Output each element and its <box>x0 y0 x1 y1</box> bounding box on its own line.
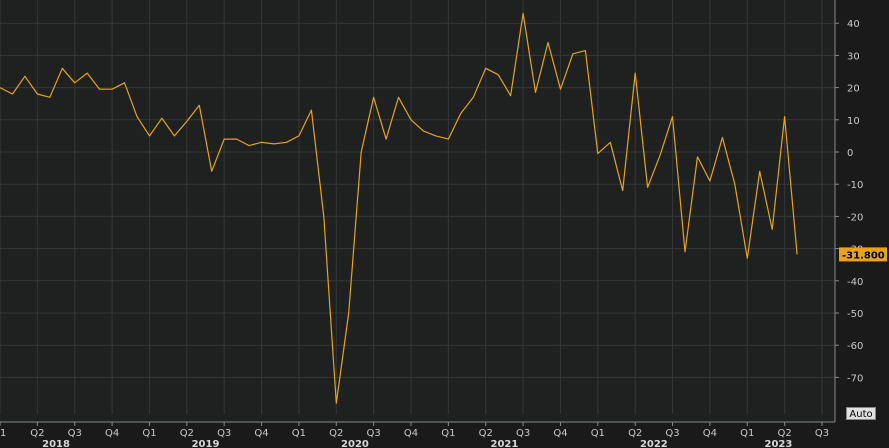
x-tick-label: Q2 <box>329 428 343 439</box>
x-tick-labels: 1 Q2 Q3 Q4 Q1 Q2 Q3 Q4 Q1 Q2 Q3 Q4 Q1 Q2 Q3 Q4 Q1 Q2 Q3 Q4 Q… <box>0 428 829 439</box>
x-year-label: 2019 <box>192 439 220 448</box>
x-tick-label: Q3 <box>217 428 231 439</box>
x-year-labels: 2018 2019 2020 2021 2022 2023 <box>42 439 792 448</box>
x-tick-label: Q4 <box>553 428 567 439</box>
chart-stage: 403020100-10-20-30-40-50-60-70 1Q2Q3Q4Q1… <box>0 0 889 448</box>
y-tick-label: -40 <box>847 277 863 288</box>
x-tick-label: Q2 <box>778 428 792 439</box>
x-tick-label: Q2 <box>628 428 642 439</box>
x-tick-label: Q1 <box>740 428 754 439</box>
last-value-marker: -31.800 <box>839 247 887 262</box>
x-tick-label: Q4 <box>703 428 717 439</box>
y-tick-label: -60 <box>847 341 863 352</box>
y-tick-labels: 403020100-10-20-30-40-50-60-70 <box>847 19 863 384</box>
y-tick-label: 30 <box>847 51 860 62</box>
x-tick-label: Q2 <box>180 428 194 439</box>
y-tick-label: 10 <box>847 116 860 127</box>
x-year-label: 2023 <box>764 439 792 448</box>
x-tick-label: Q3 <box>367 428 381 439</box>
line-chart: 403020100-10-20-30-40-50-60-70 1Q2Q3Q4Q1… <box>0 0 887 448</box>
x-tick-label: Q1 <box>441 428 455 439</box>
x-tick-label: Q1 <box>292 428 306 439</box>
y-tick-label: 0 <box>847 148 853 159</box>
x-tick-label: 1 <box>0 428 6 439</box>
y-tick-label: -50 <box>847 309 863 320</box>
y-tick-label: -10 <box>847 180 863 191</box>
auto-scale-button[interactable]: Auto <box>846 407 876 420</box>
x-tick-label: Q4 <box>105 428 119 439</box>
x-tick-label: Q2 <box>30 428 44 439</box>
x-year-label: 2018 <box>42 439 70 448</box>
x-tick-label: Q3 <box>815 428 829 439</box>
y-tick-label: -70 <box>847 373 863 384</box>
y-tick-label: 40 <box>847 19 860 30</box>
x-tick-label: Q1 <box>591 428 605 439</box>
last-value-label: -31.800 <box>842 250 885 261</box>
y-tick-label: 20 <box>847 84 860 95</box>
x-tick-label: Q1 <box>142 428 156 439</box>
x-tick-label: Q4 <box>254 428 268 439</box>
x-year-label: 2020 <box>341 439 369 448</box>
y-tick-label: -20 <box>847 212 863 223</box>
x-year-label: 2021 <box>490 439 518 448</box>
x-tick-label: Q3 <box>516 428 530 439</box>
x-tick-label: Q3 <box>68 428 82 439</box>
x-tick-label: Q3 <box>665 428 679 439</box>
x-tick-label: Q2 <box>479 428 493 439</box>
x-tick-label: Q4 <box>404 428 418 439</box>
x-year-label: 2022 <box>640 439 668 448</box>
